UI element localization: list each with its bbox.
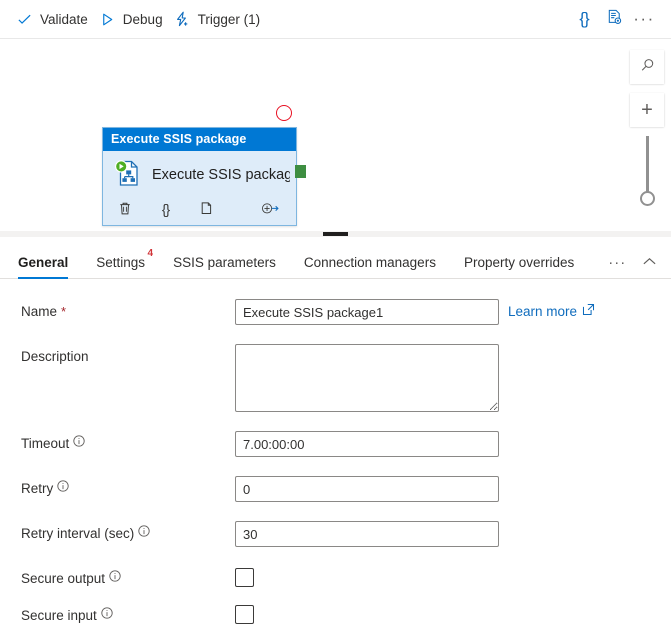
properties-pane-button[interactable] [599, 5, 629, 33]
trigger-label: Trigger (1) [197, 11, 261, 27]
canvas-controls: + [630, 50, 664, 206]
timeout-row: Timeout [21, 431, 657, 457]
ssis-package-icon [113, 158, 143, 192]
activity-node-body: Execute SSIS package1 [103, 151, 296, 196]
retry-row: Retry [21, 476, 657, 502]
timeout-info-icon[interactable] [73, 434, 85, 447]
debug-button[interactable]: Debug [97, 5, 172, 33]
tab-ssis-parameters-label: SSIS parameters [173, 255, 276, 270]
tab-general-label: General [18, 255, 69, 270]
code-view-button[interactable]: {} [569, 5, 599, 33]
tab-property-overrides-label: Property overrides [463, 255, 575, 270]
delete-icon[interactable] [115, 199, 134, 218]
retry-interval-row: Retry interval (sec) [21, 521, 657, 547]
retry-interval-label: Retry interval (sec) [21, 526, 135, 541]
secure-output-info-icon[interactable] [109, 569, 121, 582]
name-row: Name * Learn more [21, 299, 657, 325]
tab-property-overrides[interactable]: Property overrides [464, 255, 574, 278]
timeout-label-group: Timeout [21, 431, 235, 451]
activity-failure-connector[interactable] [276, 105, 292, 121]
description-textarea[interactable] [235, 344, 499, 412]
pipeline-canvas[interactable]: Execute SSIS package Execute SSIS packag… [0, 39, 671, 237]
canvas-zoom-in-button[interactable]: + [630, 93, 664, 127]
secure-output-label-group: Secure output [21, 566, 235, 586]
trigger-button[interactable]: Trigger (1) [172, 5, 270, 33]
lightning-bolt-plus-icon [174, 11, 191, 28]
tab-settings-label: Settings [96, 255, 146, 270]
tab-settings[interactable]: Settings 4 [96, 248, 153, 278]
external-link-icon [582, 303, 595, 319]
add-output-icon[interactable] [261, 199, 280, 218]
retry-info-icon[interactable] [57, 479, 69, 492]
activity-success-connector[interactable] [295, 165, 306, 178]
tab-settings-badge: 4 [147, 248, 154, 259]
panel-collapse-button[interactable] [632, 255, 659, 278]
secure-input-row: Secure input [21, 603, 657, 624]
activity-node-execute-ssis-package[interactable]: Execute SSIS package Execute SSIS packag… [102, 127, 297, 226]
name-label-group: Name * [21, 299, 235, 319]
name-label: Name [21, 304, 58, 319]
chevron-up-icon [642, 255, 657, 270]
secure-input-checkbox[interactable] [235, 605, 254, 624]
timeout-input[interactable] [235, 431, 499, 457]
copy-icon[interactable] [197, 199, 216, 218]
retry-interval-info-icon[interactable] [138, 524, 150, 537]
validate-label: Validate [40, 11, 88, 27]
curly-braces-icon: {} [579, 9, 589, 28]
debug-label: Debug [122, 11, 163, 27]
secure-input-label-group: Secure input [21, 603, 235, 623]
zoom-slider-track[interactable] [645, 136, 649, 192]
retry-interval-label-group: Retry interval (sec) [21, 521, 235, 541]
properties-tab-strip: General Settings 4 SSIS parameters Conne… [0, 237, 671, 279]
secure-output-checkbox[interactable] [235, 568, 254, 587]
description-row: Description [21, 344, 657, 412]
search-icon [639, 57, 656, 77]
retry-label-group: Retry [21, 476, 235, 496]
secure-input-label: Secure input [21, 608, 97, 623]
name-input[interactable] [235, 299, 499, 325]
tab-overflow-button[interactable]: ··· [602, 255, 632, 278]
retry-label: Retry [21, 481, 54, 496]
name-required-asterisk: * [61, 304, 67, 319]
ellipsis-icon: ··· [633, 9, 655, 28]
retry-input[interactable] [235, 476, 499, 502]
activity-node-title: Execute SSIS package1 [152, 167, 290, 183]
activity-code-icon[interactable]: {} [156, 199, 175, 218]
description-label: Description [21, 349, 89, 364]
zoom-slider-handle[interactable] [639, 191, 655, 206]
tab-connection-managers-label: Connection managers [303, 255, 436, 270]
checkmark-icon [16, 11, 33, 28]
panel-drag-handle[interactable] [0, 231, 671, 237]
toolbar-overflow-button[interactable]: ··· [629, 5, 659, 33]
tab-ssis-parameters[interactable]: SSIS parameters [173, 255, 276, 278]
description-label-group: Description [21, 344, 235, 364]
timeout-label: Timeout [21, 436, 70, 451]
validate-button[interactable]: Validate [14, 5, 97, 33]
tab-connection-managers[interactable]: Connection managers [304, 255, 436, 278]
activity-node-header: Execute SSIS package [103, 128, 296, 151]
secure-output-label: Secure output [21, 571, 106, 586]
top-toolbar: Validate Debug Trigger (1) {} ··· [0, 0, 671, 39]
document-gear-icon [606, 9, 623, 29]
learn-more-label: Learn more [508, 303, 578, 319]
retry-interval-input[interactable] [235, 521, 499, 547]
canvas-search-button[interactable] [630, 50, 664, 84]
plus-icon: + [641, 99, 653, 121]
tab-general[interactable]: General [18, 255, 69, 279]
learn-more-link[interactable]: Learn more [508, 299, 595, 319]
secure-output-row: Secure output [21, 566, 657, 587]
play-triangle-icon [99, 11, 116, 28]
activity-node-actions: {} [103, 196, 296, 225]
general-tab-form: Name * Learn more Description Timeout [0, 279, 671, 624]
